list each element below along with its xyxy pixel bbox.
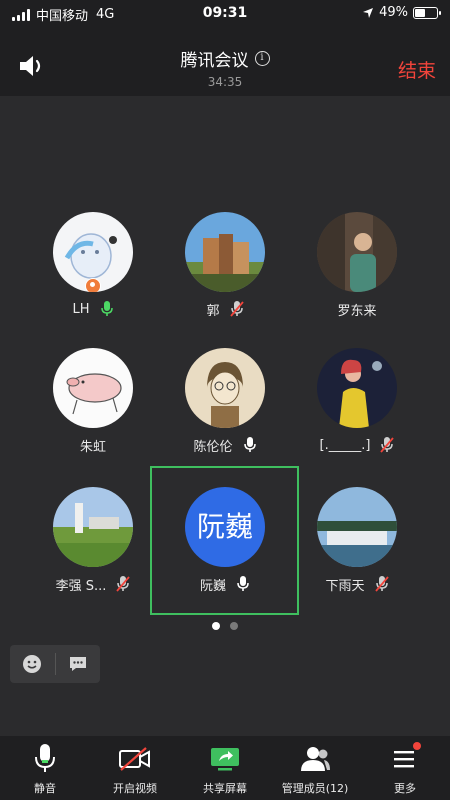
info-icon[interactable]: i xyxy=(254,51,270,66)
participant-tile[interactable]: 陈伦伦 xyxy=(165,348,285,455)
floating-toolbar xyxy=(10,645,100,683)
mic-on-icon xyxy=(237,576,249,591)
lighthouse-photo-avatar xyxy=(53,487,133,567)
share-screen-label: 共享屏幕 xyxy=(203,782,247,795)
bottom-toolbar: 静音 开启视频 共享屏幕 管理成员(12) 更多 xyxy=(0,736,450,800)
avatar xyxy=(317,212,397,292)
emoji-icon xyxy=(23,655,42,673)
participant-tile[interactable]: 朱虹 xyxy=(33,348,153,455)
night-photo-avatar xyxy=(317,348,397,428)
participant-name: 罗东来 xyxy=(337,303,377,319)
page-dot-active[interactable] xyxy=(212,622,220,630)
participant-name: 下雨天 xyxy=(325,578,365,594)
battery-icon xyxy=(413,6,441,19)
participant-name: 阮巍 xyxy=(199,578,226,594)
mic-muted-icon xyxy=(380,437,395,453)
participant-name: 陈伦伦 xyxy=(193,439,233,455)
text-avatar: 阮巍 xyxy=(185,487,265,567)
participant-name: 朱虹 xyxy=(79,439,106,455)
mic-muted-icon xyxy=(116,576,131,592)
microphone-icon xyxy=(35,744,55,772)
more-menu-icon xyxy=(394,751,414,768)
participant-tile[interactable]: 李强 S... xyxy=(33,487,153,594)
mute-label: 静音 xyxy=(34,782,56,795)
notification-dot xyxy=(413,742,421,750)
meeting-title-area: 腾讯会议 i 34:35 xyxy=(0,46,450,89)
mic-on-icon xyxy=(243,437,256,452)
participant-tile[interactable]: 郭 xyxy=(165,212,285,319)
share-screen-icon xyxy=(211,748,239,771)
sketch-portrait-avatar xyxy=(185,348,265,428)
status-bar: 中国移动 4G 09:31 49% xyxy=(0,0,450,28)
video-off-icon xyxy=(119,747,150,771)
pig-drawing-avatar xyxy=(53,348,133,428)
share-screen-button[interactable]: 共享屏幕 xyxy=(180,736,270,800)
avatar xyxy=(53,212,133,292)
chat-button[interactable] xyxy=(55,645,100,683)
person-photo-avatar xyxy=(317,212,397,292)
participant-tile[interactable]: 罗东来 xyxy=(297,212,417,319)
participant-tile[interactable]: 下雨天 xyxy=(297,487,417,594)
more-button[interactable]: 更多 xyxy=(360,736,450,800)
meeting-duration: 34:35 xyxy=(207,75,243,89)
avatar xyxy=(53,348,133,428)
avatar xyxy=(185,212,265,292)
more-label: 更多 xyxy=(394,782,416,795)
battery-level xyxy=(415,8,426,17)
status-right: 49% xyxy=(362,5,441,20)
avatar xyxy=(185,348,265,428)
buildings-photo-avatar xyxy=(185,212,265,292)
emoji-button[interactable] xyxy=(10,645,55,683)
members-icon xyxy=(301,747,330,771)
meeting-title: 腾讯会议 xyxy=(180,51,249,71)
participant-name: [._____.] xyxy=(319,437,371,453)
participant-tile[interactable]: LH xyxy=(33,212,153,318)
chat-icon xyxy=(69,657,86,671)
meeting-header: 腾讯会议 i 34:35 结束 xyxy=(0,28,450,96)
mic-muted-icon xyxy=(374,576,389,592)
manage-members-label: 管理成员(12) xyxy=(281,782,349,795)
avatar xyxy=(317,348,397,428)
participant-tile-selected[interactable]: 阮巍 阮巍 xyxy=(165,487,285,594)
harbor-photo-avatar xyxy=(317,487,397,567)
participant-tile[interactable]: [._____.] xyxy=(297,348,417,454)
mic-muted-icon xyxy=(229,301,244,317)
avatar xyxy=(317,487,397,567)
mic-on-icon xyxy=(100,301,113,316)
participant-name: 郭 xyxy=(206,303,220,319)
start-video-label: 开启视频 xyxy=(113,782,157,795)
end-meeting-button[interactable]: 结束 xyxy=(398,56,436,83)
avatar xyxy=(53,487,133,567)
manage-members-button[interactable]: 管理成员(12) xyxy=(270,736,360,800)
mute-button[interactable]: 静音 xyxy=(0,736,90,800)
page-indicator xyxy=(0,622,450,630)
participant-name: LH xyxy=(72,301,90,317)
page-dot[interactable] xyxy=(230,622,238,630)
participant-name: 李强 S... xyxy=(55,578,107,594)
start-video-button[interactable]: 开启视频 xyxy=(90,736,180,800)
host-badge-icon xyxy=(85,278,101,292)
battery-percent: 49% xyxy=(379,5,408,20)
location-arrow-icon xyxy=(363,7,374,18)
